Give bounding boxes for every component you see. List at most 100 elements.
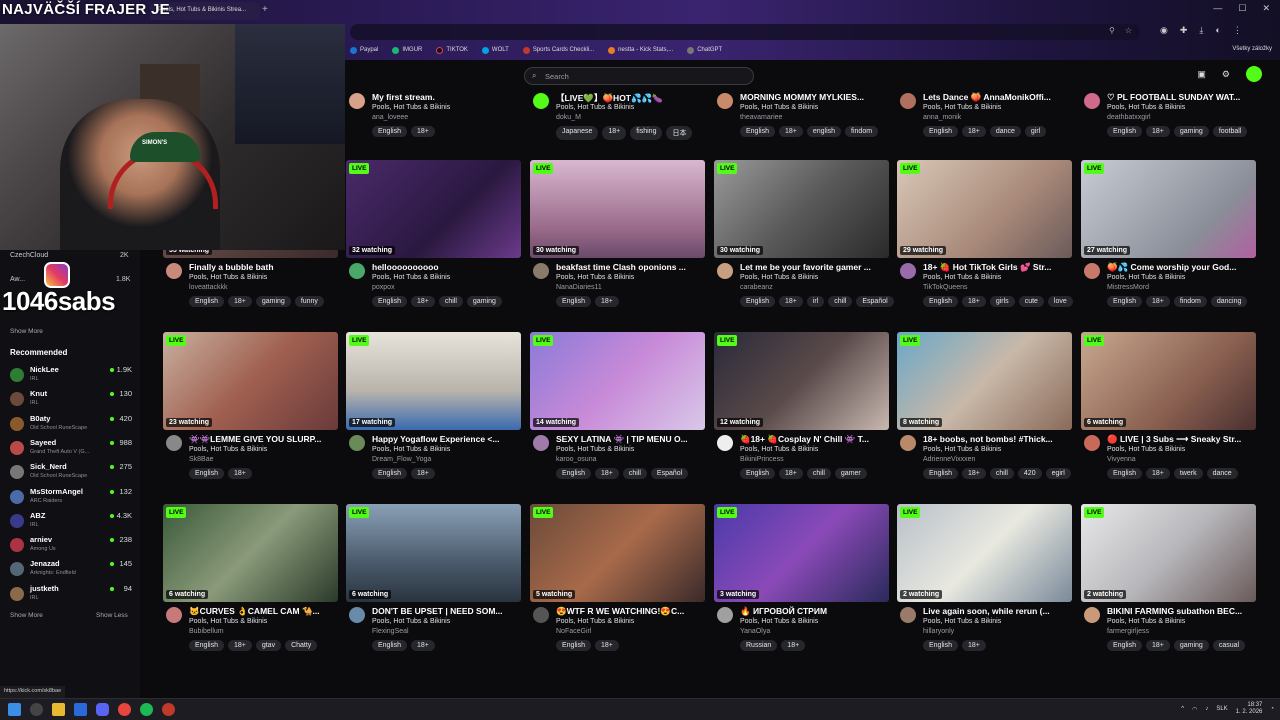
streamer-avatar[interactable] [166, 263, 182, 279]
tag-chip[interactable]: 18+ [227, 296, 252, 307]
stream-thumbnail[interactable]: LIVE 30 watching [530, 160, 705, 258]
stream-title[interactable]: 🍓18+ 🍓Cosplay N' Chill 👾 T... [740, 434, 888, 445]
search-icon[interactable] [30, 703, 43, 716]
tag-chip[interactable]: English [372, 296, 407, 307]
tag-chip[interactable]: 18+ [410, 640, 435, 651]
store-icon[interactable] [74, 703, 87, 716]
streamer-avatar[interactable] [349, 435, 365, 451]
tag-chip[interactable]: English [923, 468, 958, 479]
sidebar-channel[interactable]: justketh IRL 94 [10, 583, 132, 606]
streamer-avatar[interactable] [533, 263, 549, 279]
stream-title[interactable]: SEXY LATINA 👾 | TIP MENU O... [556, 434, 704, 445]
stream-title[interactable]: DON'T BE UPSET | NEED SOM... [372, 606, 520, 616]
bookmark-wolt[interactable]: WOLT [481, 46, 509, 54]
profile-icon[interactable]: ◐ [1215, 25, 1220, 36]
extension-icon[interactable]: ◉ [1160, 25, 1168, 36]
sidebar-channel[interactable]: Sayeed Grand Theft Auto V (G... 988 [10, 437, 132, 460]
star-icon[interactable]: ☆ [1125, 26, 1132, 35]
tag-chip[interactable]: 420 [1017, 468, 1042, 479]
stream-category[interactable]: Pools, Hot Tubs & Bikinis [189, 446, 267, 453]
tag-chip[interactable]: casual [1212, 640, 1246, 651]
show-more-following[interactable]: Show More [10, 328, 43, 335]
stream-category[interactable]: Pools, Hot Tubs & Bikinis [923, 446, 1001, 453]
stream-category[interactable]: Pools, Hot Tubs & Bikinis [556, 446, 634, 453]
tag-chip[interactable]: egirl [1045, 468, 1071, 479]
close-icon[interactable]: ✕ [1262, 3, 1270, 14]
tag-chip[interactable]: 18+ [961, 640, 986, 651]
sidebar-channel[interactable]: Knut IRL 130 [10, 388, 132, 411]
spotify-icon[interactable] [140, 703, 153, 716]
stream-title[interactable]: 🍑💦 Come worship your God... [1107, 262, 1255, 273]
stream-title[interactable]: 👾👾LEMME GIVE YOU SLURP... [189, 434, 337, 445]
stream-category[interactable]: Pools, Hot Tubs & Bikinis [740, 104, 818, 111]
stream-thumbnail[interactable]: LIVE 17 watching [346, 332, 521, 430]
streamer-avatar[interactable] [900, 607, 916, 623]
streamer-avatar[interactable] [1084, 93, 1100, 109]
stream-title[interactable]: helloooooooooo [372, 262, 520, 272]
tag-chip[interactable]: fishing [630, 126, 663, 140]
language-indicator[interactable]: SLK [1216, 706, 1227, 712]
streamer-avatar[interactable] [1084, 263, 1100, 279]
streamer-name[interactable]: NoFaceGirl [556, 628, 591, 635]
tag-chip[interactable]: English [740, 468, 775, 479]
tag-chip[interactable]: 18+ [961, 296, 986, 307]
tag-chip[interactable]: English [556, 640, 591, 651]
stream-thumbnail[interactable]: LIVE 6 watching [346, 504, 521, 602]
new-tab-icon[interactable]: + [262, 4, 268, 15]
stream-category[interactable]: Pools, Hot Tubs & Bikinis [189, 618, 267, 625]
streamer-name[interactable]: anna_monik [923, 114, 961, 121]
tag-chip[interactable]: English [923, 640, 958, 651]
tag-chip[interactable]: English [189, 296, 224, 307]
streamer-avatar[interactable] [166, 435, 182, 451]
tag-chip[interactable]: English [189, 640, 224, 651]
tag-chip[interactable]: 18+ [602, 126, 627, 140]
tag-chip[interactable]: 18+ [594, 640, 619, 651]
show-more-recommended[interactable]: Show More [10, 612, 43, 619]
tag-chip[interactable]: 18+ [778, 126, 803, 137]
tag-chip[interactable]: gaming [255, 296, 291, 307]
stream-category[interactable]: Pools, Hot Tubs & Bikinis [372, 446, 450, 453]
stream-title[interactable]: beakfast time Clash oponions ... [556, 262, 704, 272]
tag-chip[interactable]: english [806, 126, 842, 137]
tag-chip[interactable]: dance [989, 126, 1021, 137]
streamer-name[interactable]: Bubibellum [189, 628, 224, 635]
tag-chip[interactable]: Japanese [556, 126, 599, 140]
tag-chip[interactable]: chill [828, 296, 853, 307]
tag-chip[interactable]: 18+ [1145, 468, 1170, 479]
stream-title[interactable]: Lets Dance 🍑 AnnaMonikOffi... [923, 92, 1071, 103]
stream-category[interactable]: Pools, Hot Tubs & Bikinis [740, 274, 818, 281]
chrome-icon[interactable] [118, 703, 131, 716]
streamer-name[interactable]: AdrienneVixxxen [923, 456, 975, 463]
streamer-avatar[interactable] [533, 435, 549, 451]
tag-chip[interactable]: English [189, 468, 224, 479]
stream-thumbnail[interactable]: LIVE 2 watching [1081, 504, 1256, 602]
streamer-avatar[interactable] [166, 607, 182, 623]
tag-chip[interactable]: 18+ [410, 126, 435, 137]
stream-category[interactable]: Pools, Hot Tubs & Bikinis [923, 104, 1001, 111]
tag-chip[interactable]: gamer [834, 468, 867, 479]
stream-title[interactable]: Let me be your favorite gamer ... [740, 262, 888, 272]
sidebar-channel[interactable]: NickLee IRL 1.9K [10, 364, 132, 387]
streamer-name[interactable]: MistressMord [1107, 284, 1149, 291]
sidebar-channel[interactable]: Jenazad Arknights: Endfield 145 [10, 558, 132, 581]
tag-chip[interactable]: 18+ [594, 296, 619, 307]
stream-category[interactable]: Pools, Hot Tubs & Bikinis [1107, 104, 1185, 111]
tag-chip[interactable]: chill [989, 468, 1014, 479]
stream-title[interactable]: Live again soon, while rerun (... [923, 606, 1071, 616]
stream-title[interactable]: 18+ 🍓 Hot TikTok Girls 💕 Str... [923, 262, 1071, 273]
tag-chip[interactable]: English [1107, 296, 1142, 307]
stream-title[interactable]: Finally a bubble bath [189, 262, 337, 272]
stream-category[interactable]: Pools, Hot Tubs & Bikinis [923, 274, 1001, 281]
sidebar-channel[interactable]: arniev Among Us 238 [10, 534, 132, 557]
streamer-avatar[interactable] [533, 93, 549, 109]
sidebar-channel[interactable]: Sick_Nerd Old School RuneScape 275 [10, 461, 132, 484]
streamer-name[interactable]: ana_loveee [372, 114, 408, 121]
tag-chip[interactable]: 18+ [961, 468, 986, 479]
tag-chip[interactable]: 18+ [1145, 296, 1170, 307]
streamer-avatar[interactable] [349, 93, 365, 109]
streamer-avatar[interactable] [349, 263, 365, 279]
bookmark-nestta[interactable]: nestta - Kick Stats,... [608, 46, 673, 54]
stream-title[interactable]: 🐱CURVES 👌CAMEL CAM 🐪... [189, 606, 337, 617]
user-avatar[interactable] [1246, 66, 1262, 82]
stream-title[interactable]: 😍WTF R WE WATCHING!😍C... [556, 606, 704, 617]
